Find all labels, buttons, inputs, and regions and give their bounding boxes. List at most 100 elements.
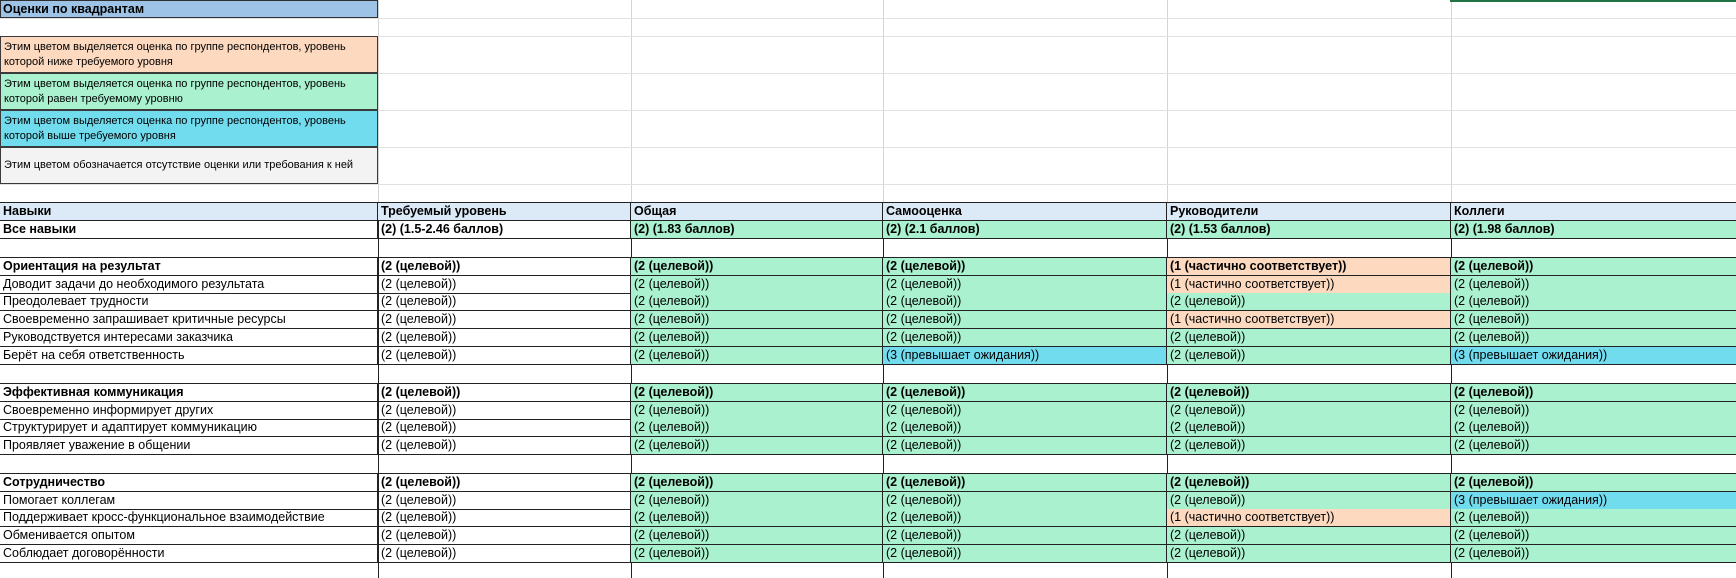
total-colleagues[interactable]: (2) (1.98 баллов) [1451, 221, 1736, 239]
colleagues-cell[interactable]: (2 (целевой)) [1451, 545, 1736, 563]
required-cell[interactable]: (2 (целевой)) [378, 474, 631, 492]
managers-cell[interactable]: (2 (целевой)) [1167, 545, 1451, 563]
skill-name[interactable]: Преодолевает трудности [0, 293, 378, 311]
skill-name[interactable]: Своевременно информирует других [0, 402, 378, 420]
required-cell[interactable]: (2 (целевой)) [378, 437, 631, 455]
colleagues-cell[interactable]: (3 (превышает ожидания)) [1451, 492, 1736, 510]
legend-above-level[interactable]: Этим цветом выделяется оценка по группе … [0, 110, 378, 147]
self-cell[interactable]: (2 (целевой)) [883, 276, 1167, 294]
overall-cell[interactable]: (2 (целевой)) [631, 509, 883, 527]
header-required-level[interactable]: Требуемый уровень [378, 203, 631, 221]
managers-cell[interactable]: (2 (целевой)) [1167, 527, 1451, 545]
required-cell[interactable]: (2 (целевой)) [378, 311, 631, 329]
managers-cell[interactable]: (2 (целевой)) [1167, 293, 1451, 311]
header-colleagues[interactable]: Коллеги [1451, 203, 1736, 221]
self-cell[interactable]: (2 (целевой)) [883, 419, 1167, 437]
colleagues-cell[interactable]: (2 (целевой)) [1451, 527, 1736, 545]
group-name[interactable]: Эффективная коммуникация [0, 384, 378, 402]
required-cell[interactable]: (2 (целевой)) [378, 545, 631, 563]
total-overall[interactable]: (2) (1.83 баллов) [631, 221, 883, 239]
colleagues-cell[interactable]: (2 (целевой)) [1451, 437, 1736, 455]
required-cell[interactable]: (2 (целевой)) [378, 509, 631, 527]
total-managers[interactable]: (2) (1.53 баллов) [1167, 221, 1451, 239]
legend-equal-level[interactable]: Этим цветом выделяется оценка по группе … [0, 73, 378, 110]
colleagues-cell[interactable]: (2 (целевой)) [1451, 311, 1736, 329]
self-cell[interactable]: (2 (целевой)) [883, 474, 1167, 492]
managers-cell[interactable]: (2 (целевой)) [1167, 402, 1451, 420]
colleagues-cell[interactable]: (2 (целевой)) [1451, 276, 1736, 294]
colleagues-cell[interactable]: (2 (целевой)) [1451, 402, 1736, 420]
colleagues-cell[interactable]: (2 (целевой)) [1451, 509, 1736, 527]
skill-name[interactable]: Соблюдает договорённости [0, 545, 378, 563]
skill-name[interactable]: Доводит задачи до необходимого результат… [0, 276, 378, 294]
required-cell[interactable]: (2 (целевой)) [378, 329, 631, 347]
skill-name[interactable]: Берёт на себя ответственность [0, 347, 378, 365]
managers-cell[interactable]: (2 (целевой)) [1167, 474, 1451, 492]
overall-cell[interactable]: (2 (целевой)) [631, 293, 883, 311]
overall-cell[interactable]: (2 (целевой)) [631, 347, 883, 365]
managers-cell[interactable]: (1 (частично соответствует)) [1167, 258, 1451, 276]
colleagues-cell[interactable]: (2 (целевой)) [1451, 384, 1736, 402]
overall-cell[interactable]: (2 (целевой)) [631, 258, 883, 276]
required-cell[interactable]: (2 (целевой)) [378, 419, 631, 437]
group-name[interactable]: Сотрудничество [0, 474, 378, 492]
required-cell[interactable]: (2 (целевой)) [378, 527, 631, 545]
self-cell[interactable]: (2 (целевой)) [883, 293, 1167, 311]
header-overall[interactable]: Общая [631, 203, 883, 221]
legend-below-level[interactable]: Этим цветом выделяется оценка по группе … [0, 36, 378, 73]
skill-name[interactable]: Проявляет уважение в общении [0, 437, 378, 455]
managers-cell[interactable]: (1 (частично соответствует)) [1167, 276, 1451, 294]
section-title[interactable]: Оценки по квадрантам [0, 0, 378, 18]
managers-cell[interactable]: (2 (целевой)) [1167, 384, 1451, 402]
self-cell[interactable]: (3 (превышает ожидания)) [883, 347, 1167, 365]
skill-name[interactable]: Поддерживает кросс-функциональное взаимо… [0, 509, 378, 527]
overall-cell[interactable]: (2 (целевой)) [631, 527, 883, 545]
colleagues-cell[interactable]: (2 (целевой)) [1451, 293, 1736, 311]
self-cell[interactable]: (2 (целевой)) [883, 492, 1167, 510]
colleagues-cell[interactable]: (2 (целевой)) [1451, 329, 1736, 347]
overall-cell[interactable]: (2 (целевой)) [631, 402, 883, 420]
managers-cell[interactable]: (1 (частично соответствует)) [1167, 509, 1451, 527]
required-cell[interactable]: (2 (целевой)) [378, 347, 631, 365]
self-cell[interactable]: (2 (целевой)) [883, 509, 1167, 527]
header-managers[interactable]: Руководители [1167, 203, 1451, 221]
overall-cell[interactable]: (2 (целевой)) [631, 545, 883, 563]
self-cell[interactable]: (2 (целевой)) [883, 545, 1167, 563]
overall-cell[interactable]: (2 (целевой)) [631, 474, 883, 492]
overall-cell[interactable]: (2 (целевой)) [631, 311, 883, 329]
required-cell[interactable]: (2 (целевой)) [378, 402, 631, 420]
header-self[interactable]: Самооценка [883, 203, 1167, 221]
managers-cell[interactable]: (2 (целевой)) [1167, 492, 1451, 510]
group-name[interactable]: Ориентация на результат [0, 258, 378, 276]
managers-cell[interactable]: (1 (частично соответствует)) [1167, 311, 1451, 329]
self-cell[interactable]: (2 (целевой)) [883, 402, 1167, 420]
self-cell[interactable]: (2 (целевой)) [883, 437, 1167, 455]
skill-name[interactable]: Своевременно запрашивает критичные ресур… [0, 311, 378, 329]
self-cell[interactable]: (2 (целевой)) [883, 258, 1167, 276]
managers-cell[interactable]: (2 (целевой)) [1167, 329, 1451, 347]
required-cell[interactable]: (2 (целевой)) [378, 258, 631, 276]
overall-cell[interactable]: (2 (целевой)) [631, 276, 883, 294]
skill-name[interactable]: Структурирует и адаптирует коммуникацию [0, 419, 378, 437]
overall-cell[interactable]: (2 (целевой)) [631, 437, 883, 455]
required-cell[interactable]: (2 (целевой)) [378, 384, 631, 402]
header-skills[interactable]: Навыки [0, 203, 378, 221]
total-label[interactable]: Все навыки [0, 221, 378, 239]
overall-cell[interactable]: (2 (целевой)) [631, 419, 883, 437]
skill-name[interactable]: Руководствуется интересами заказчика [0, 329, 378, 347]
colleagues-cell[interactable]: (3 (превышает ожидания)) [1451, 347, 1736, 365]
skill-name[interactable]: Помогает коллегам [0, 492, 378, 510]
skill-name[interactable]: Обменивается опытом [0, 527, 378, 545]
self-cell[interactable]: (2 (целевой)) [883, 311, 1167, 329]
managers-cell[interactable]: (2 (целевой)) [1167, 437, 1451, 455]
required-cell[interactable]: (2 (целевой)) [378, 276, 631, 294]
required-cell[interactable]: (2 (целевой)) [378, 492, 631, 510]
overall-cell[interactable]: (2 (целевой)) [631, 492, 883, 510]
required-cell[interactable]: (2 (целевой)) [378, 293, 631, 311]
colleagues-cell[interactable]: (2 (целевой)) [1451, 258, 1736, 276]
overall-cell[interactable]: (2 (целевой)) [631, 329, 883, 347]
total-required[interactable]: (2) (1.5-2.46 баллов) [378, 221, 631, 239]
total-self[interactable]: (2) (2.1 баллов) [883, 221, 1167, 239]
self-cell[interactable]: (2 (целевой)) [883, 384, 1167, 402]
colleagues-cell[interactable]: (2 (целевой)) [1451, 419, 1736, 437]
